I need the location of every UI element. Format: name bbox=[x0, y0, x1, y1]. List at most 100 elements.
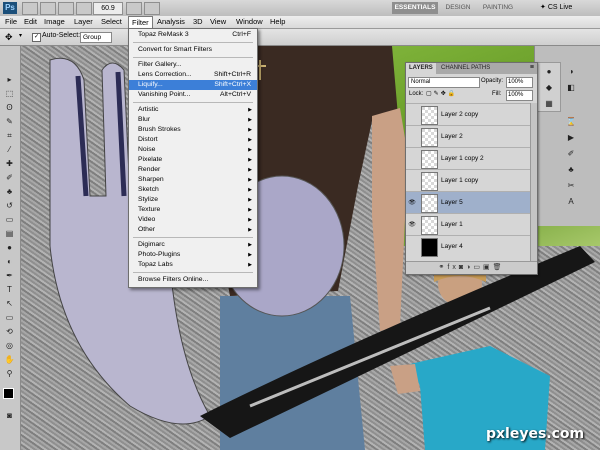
menu-image[interactable]: Image bbox=[41, 16, 68, 28]
filter-menu-item-texture[interactable]: Texture ▶ bbox=[129, 205, 257, 215]
lock-options[interactable]: ▢✎✥🔒 bbox=[426, 90, 457, 97]
path-selection-tool-icon[interactable]: ↖ bbox=[3, 298, 16, 309]
visibility-eye-icon[interactable] bbox=[408, 177, 416, 185]
zoom-tool-icon[interactable]: ⚲ bbox=[3, 368, 16, 379]
filter-menu-item-stylize[interactable]: Stylize ▶ bbox=[129, 195, 257, 205]
filter-menu-item-brush-strokes[interactable]: Brush Strokes ▶ bbox=[129, 125, 257, 135]
filter-menu-item-distort[interactable]: Distort ▶ bbox=[129, 135, 257, 145]
quick-selection-tool-icon[interactable]: ✎ bbox=[3, 116, 16, 127]
filter-menu-item-digimarc[interactable]: Digimarc ▶ bbox=[129, 240, 257, 250]
lock-position-icon[interactable]: ✥ bbox=[441, 91, 448, 97]
auto-select-target-dropdown[interactable]: Group bbox=[80, 32, 112, 43]
visibility-eye-icon[interactable]: 👁 bbox=[408, 221, 416, 229]
filter-menu-item-noise[interactable]: Noise ▶ bbox=[129, 145, 257, 155]
pen-tool-icon[interactable]: ✒ bbox=[3, 270, 16, 281]
panel-menu-icon[interactable]: ≡ bbox=[530, 64, 534, 71]
layer-row[interactable]: 👁 Layer 5 bbox=[406, 191, 530, 214]
blur-tool-icon[interactable]: ● bbox=[3, 242, 16, 253]
lock-transparency-icon[interactable]: ▢ bbox=[426, 91, 434, 97]
filter-menu-item-blur[interactable]: Blur ▶ bbox=[129, 115, 257, 125]
filter-menu-item-browse-filters-online[interactable]: Browse Filters Online... bbox=[129, 275, 257, 285]
delete-layer-icon[interactable]: 🗑 bbox=[493, 264, 505, 271]
menu-file[interactable]: File bbox=[2, 16, 20, 28]
visibility-eye-icon[interactable] bbox=[408, 133, 416, 141]
foreground-color-swatch[interactable] bbox=[3, 388, 14, 399]
visibility-eye-icon[interactable] bbox=[408, 111, 416, 119]
brush-tool-icon[interactable]: ✐ bbox=[3, 172, 16, 183]
auto-select-checkbox[interactable]: ✓ bbox=[32, 33, 41, 42]
move-tool-icon[interactable]: ✥ bbox=[5, 32, 13, 43]
color-panel-icon[interactable]: ● bbox=[543, 66, 555, 77]
opacity-field[interactable]: 100% bbox=[506, 77, 533, 88]
3d-rotate-tool-icon[interactable]: ⟲ bbox=[3, 326, 16, 337]
filter-menu-item-topaz-remask-3[interactable]: Topaz ReMask 3 Ctrl+F bbox=[129, 30, 257, 40]
styles-panel-icon[interactable]: ▦ bbox=[543, 98, 555, 109]
menu-help[interactable]: Help bbox=[267, 16, 288, 28]
filter-menu-item-topaz-labs[interactable]: Topaz Labs ▶ bbox=[129, 260, 257, 270]
blend-mode-dropdown[interactable]: Normal bbox=[408, 77, 480, 88]
layers-scrollbar[interactable] bbox=[530, 103, 537, 263]
menu-3d[interactable]: 3D bbox=[190, 16, 206, 28]
visibility-eye-icon[interactable] bbox=[408, 243, 416, 251]
history-panel-icon[interactable]: ⌛ bbox=[565, 116, 577, 127]
clone-source-panel-icon[interactable]: ♣ bbox=[565, 164, 577, 175]
menu-edit[interactable]: Edit bbox=[21, 16, 40, 28]
workspace-essentials-button[interactable]: ESSENTIALS bbox=[392, 2, 438, 14]
quick-mask-icon[interactable]: ◙ bbox=[3, 410, 16, 421]
filter-menu-item-convert-for-smart-filters[interactable]: Convert for Smart Filters bbox=[129, 45, 257, 55]
zoom-level-field[interactable]: 60.9 bbox=[93, 2, 123, 15]
lock-pixels-icon[interactable]: ✎ bbox=[434, 91, 441, 97]
add-mask-icon[interactable]: ◙ bbox=[459, 264, 466, 271]
lock-all-icon[interactable]: 🔒 bbox=[448, 91, 457, 97]
hand-tool-icon[interactable]: ✋ bbox=[3, 354, 16, 365]
menu-window[interactable]: Window bbox=[233, 16, 266, 28]
layer-style-icon[interactable]: fx bbox=[447, 264, 458, 271]
tool-presets-panel-icon[interactable]: ✂ bbox=[565, 180, 577, 191]
adjustments-panel-icon[interactable]: ◑ bbox=[565, 66, 577, 77]
character-panel-icon[interactable]: A bbox=[565, 196, 577, 207]
healing-brush-tool-icon[interactable]: ✚ bbox=[3, 158, 16, 169]
marquee-tool-icon[interactable]: ⬚ bbox=[3, 88, 16, 99]
tab-channel-paths[interactable]: CHANNEL PATHS bbox=[438, 63, 493, 74]
new-layer-icon[interactable]: ▣ bbox=[483, 264, 493, 271]
clone-stamp-tool-icon[interactable]: ♣ bbox=[3, 186, 16, 197]
menu-view[interactable]: View bbox=[207, 16, 229, 28]
workspace-painting-button[interactable]: PAINTING bbox=[479, 2, 517, 14]
filter-menu-item-sharpen[interactable]: Sharpen ▶ bbox=[129, 175, 257, 185]
layer-row[interactable]: Layer 2 copy bbox=[406, 103, 530, 126]
mini-bridge-icon[interactable] bbox=[40, 2, 56, 15]
rotate-view-icon[interactable] bbox=[126, 2, 142, 15]
filter-menu-item-artistic[interactable]: Artistic ▶ bbox=[129, 105, 257, 115]
layer-row[interactable]: Layer 4 bbox=[406, 235, 530, 258]
new-group-icon[interactable]: ▭ bbox=[473, 264, 483, 271]
masks-panel-icon[interactable]: ◧ bbox=[565, 82, 577, 93]
layer-row[interactable]: Layer 1 copy bbox=[406, 169, 530, 192]
dodge-tool-icon[interactable]: ◐ bbox=[3, 256, 16, 267]
move-tool-icon[interactable]: ▸ bbox=[3, 74, 16, 85]
filter-menu-item-vanishing-point[interactable]: Vanishing Point... Alt+Ctrl+V bbox=[129, 90, 257, 100]
layer-row[interactable]: 👁 Layer 1 bbox=[406, 213, 530, 236]
layer-row[interactable]: Layer 1 copy 2 bbox=[406, 147, 530, 170]
crop-tool-icon[interactable]: ⌗ bbox=[3, 130, 16, 141]
tool-preset-dropdown-icon[interactable]: ▾ bbox=[19, 32, 22, 39]
menu-layer[interactable]: Layer bbox=[71, 16, 96, 28]
3d-orbit-tool-icon[interactable]: ◎ bbox=[3, 340, 16, 351]
eyedropper-tool-icon[interactable]: ⁄ bbox=[3, 144, 16, 155]
type-tool-icon[interactable]: T bbox=[3, 284, 16, 295]
visibility-eye-icon[interactable]: 👁 bbox=[408, 199, 416, 207]
filter-menu-item-render[interactable]: Render ▶ bbox=[129, 165, 257, 175]
shape-tool-icon[interactable]: ▭ bbox=[3, 312, 16, 323]
workspace-design-button[interactable]: DESIGN bbox=[442, 2, 474, 14]
filter-menu-item-lens-correction[interactable]: Lens Correction... Shift+Ctrl+R bbox=[129, 70, 257, 80]
hand-tool-icon[interactable] bbox=[76, 2, 92, 15]
gradient-tool-icon[interactable]: ▤ bbox=[3, 228, 16, 239]
bridge-icon[interactable] bbox=[22, 2, 38, 15]
cs-live-button[interactable]: ✦ CS Live bbox=[540, 1, 598, 15]
tab-layers[interactable]: LAYERS bbox=[406, 63, 436, 74]
view-extras-icon[interactable] bbox=[58, 2, 74, 15]
filter-menu-item-liquify[interactable]: Liquify... Shift+Ctrl+X bbox=[129, 80, 257, 90]
history-brush-tool-icon[interactable]: ↺ bbox=[3, 200, 16, 211]
arrange-documents-icon[interactable] bbox=[144, 2, 160, 15]
swatches-panel-icon[interactable]: ◆ bbox=[543, 82, 555, 93]
layer-row[interactable]: Layer 2 bbox=[406, 125, 530, 148]
